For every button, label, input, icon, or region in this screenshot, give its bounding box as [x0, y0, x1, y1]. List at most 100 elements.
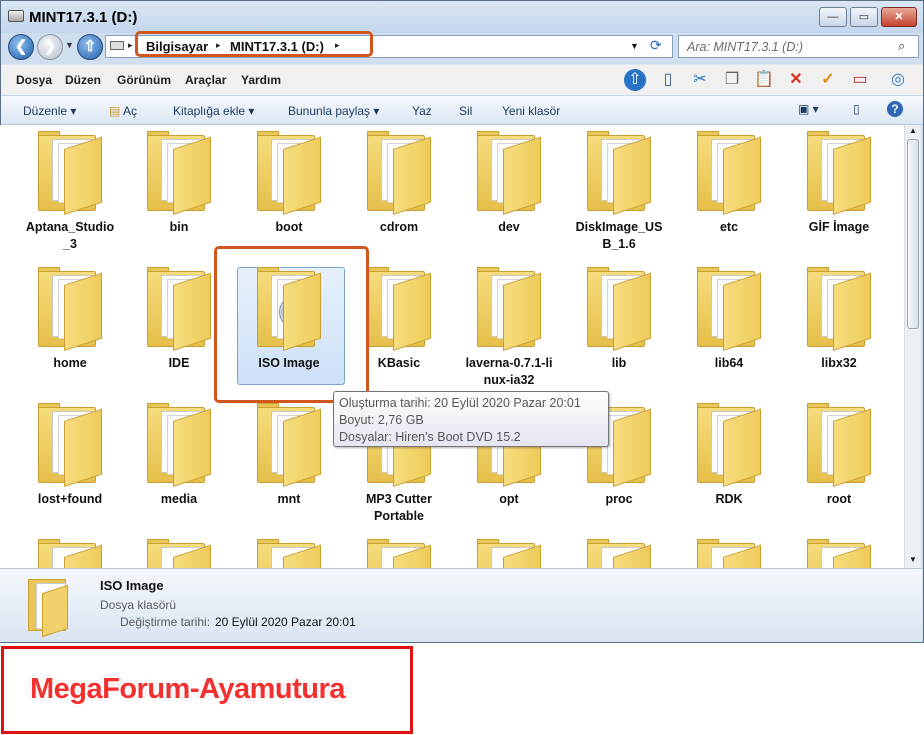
history-dropdown-icon[interactable]: ▼ — [65, 40, 74, 50]
burn-button[interactable]: Yaz — [412, 104, 432, 118]
back-button[interactable]: ❮ — [8, 34, 34, 60]
menu-tools[interactable]: Araçlar — [185, 73, 226, 87]
folder-icon — [693, 129, 765, 217]
folder-item[interactable]: lib64 — [679, 265, 779, 372]
folder-item[interactable]: RDK — [679, 401, 779, 508]
folder-item[interactable] — [239, 537, 339, 568]
address-highlight-annotation — [135, 31, 373, 57]
scroll-down-icon[interactable]: ▼ — [909, 555, 917, 564]
folder-icon — [583, 537, 655, 568]
tooltip-files: Dosyalar: Hiren's Boot DVD 15.2 — [339, 430, 521, 444]
details-type: Dosya klasörü — [100, 598, 177, 612]
details-modified-label: Değiştirme tarihi: — [120, 615, 211, 629]
view-icon[interactable]: ▣ ▾ — [798, 102, 819, 116]
folder-item[interactable]: boot — [239, 129, 339, 236]
delete-icon[interactable]: ✕ — [785, 69, 807, 91]
search-icon[interactable]: ⌕ — [898, 38, 905, 54]
folder-label: bin — [169, 220, 189, 234]
folder-label: opt — [499, 492, 519, 506]
new-folder-button[interactable]: Yeni klasör — [502, 104, 560, 118]
details-modified: 20 Eylül 2020 Pazar 20:01 — [215, 615, 356, 629]
folder-icon — [143, 265, 215, 353]
folder-label: root — [826, 492, 852, 506]
properties-icon[interactable]: ▭ — [849, 69, 871, 91]
folder-item[interactable] — [129, 537, 229, 568]
folder-item[interactable]: dev — [459, 129, 559, 236]
folder-item[interactable]: GİF İmage — [789, 129, 889, 236]
folder-icon — [803, 129, 875, 217]
folder-item[interactable]: bin — [129, 129, 229, 236]
folder-label: MP3 Cutter — [366, 492, 432, 506]
crumb-separator-icon[interactable]: ▸ — [128, 40, 133, 51]
address-dropdown-icon[interactable]: ▼ — [630, 41, 639, 51]
folder-icon — [143, 129, 215, 217]
folder-icon — [473, 129, 545, 217]
folder-label: cdrom — [379, 220, 419, 234]
folder-item[interactable]: lost+found — [20, 401, 120, 508]
folder-label: proc — [605, 492, 633, 506]
folder-item[interactable] — [459, 537, 559, 568]
folder-icon — [34, 129, 106, 217]
menu-edit[interactable]: Düzen — [65, 73, 101, 87]
search-input[interactable]: Ara: MINT17.3.1 (D:) — [678, 35, 919, 58]
folder-item[interactable] — [679, 537, 779, 568]
minimize-button[interactable]: — — [819, 7, 847, 27]
open-button[interactable]: ▤ Aç — [109, 104, 137, 118]
folder-item[interactable]: lib — [569, 265, 669, 372]
folder-item[interactable]: cdrom — [349, 129, 449, 236]
title-bar[interactable]: MINT17.3.1 (D:) — ▭ ✕ — [1, 1, 923, 33]
cut-icon[interactable]: ✂ — [689, 69, 711, 91]
folder-item[interactable] — [789, 537, 889, 568]
vertical-scrollbar[interactable]: ▲ ▼ — [904, 125, 921, 568]
folder-item[interactable]: home — [20, 265, 120, 372]
folder-item[interactable]: Aptana_Studio _3 — [20, 129, 120, 253]
add-to-library-button[interactable]: Kitaplığa ekle ▾ — [173, 104, 254, 118]
folder-item[interactable]: laverna-0.7.1-li nux-ia32 — [459, 265, 559, 389]
folder-icon — [34, 265, 106, 353]
menu-file[interactable]: Dosya — [16, 73, 52, 87]
folder-label: media — [160, 492, 198, 506]
folder-item[interactable]: etc — [679, 129, 779, 236]
folders-pane-icon[interactable]: ▯ — [657, 69, 679, 91]
menu-help[interactable]: Yardım — [241, 73, 281, 87]
folder-item[interactable]: libx32 — [789, 265, 889, 372]
folder-tooltip: Oluşturma tarihi: 20 Eylül 2020 Pazar 20… — [333, 391, 609, 447]
help-icon[interactable]: ? — [887, 101, 903, 117]
shell-icon[interactable]: ◎ — [887, 69, 909, 91]
scrollbar-thumb[interactable] — [907, 139, 919, 329]
delete-button[interactable]: Sil — [459, 104, 472, 118]
folder-label: lib64 — [714, 356, 744, 370]
up-folder-icon[interactable]: ⇧ — [624, 69, 646, 91]
maximize-button[interactable]: ▭ — [850, 7, 878, 27]
folder-item[interactable]: DiskImage_US B_1.6 — [569, 129, 669, 253]
tooltip-created: Oluşturma tarihi: 20 Eylül 2020 Pazar 20… — [339, 396, 581, 410]
organize-button[interactable]: Düzenle ▾ — [23, 104, 76, 118]
folder-item[interactable] — [569, 537, 669, 568]
folder-item[interactable] — [349, 537, 449, 568]
scroll-up-icon[interactable]: ▲ — [909, 126, 917, 135]
menu-view[interactable]: Görünüm — [117, 73, 171, 87]
up-button[interactable]: ⇧ — [77, 34, 103, 60]
share-button[interactable]: Bununla paylaş ▾ — [288, 104, 379, 118]
folder-item[interactable] — [20, 537, 120, 568]
folder-item[interactable]: media — [129, 401, 229, 508]
copy-icon[interactable]: ❐ — [721, 69, 743, 91]
folder-item[interactable]: root — [789, 401, 889, 508]
refresh-icon[interactable]: ⟳ — [650, 37, 662, 54]
details-name: ISO Image — [100, 578, 164, 593]
check-icon[interactable]: ✓ — [817, 69, 839, 91]
folder-icon — [363, 537, 435, 568]
folder-icon — [583, 129, 655, 217]
folder-label: etc — [719, 220, 739, 234]
close-button[interactable]: ✕ — [881, 7, 917, 27]
preview-pane-icon[interactable]: ▯ — [853, 102, 860, 116]
folder-icon — [34, 401, 106, 489]
folder-item[interactable]: mnt — [239, 401, 339, 508]
paste-icon[interactable]: 📋 — [753, 69, 775, 91]
forward-button[interactable]: ❯ — [37, 34, 63, 60]
tooltip-size: Boyut: 2,76 GB — [339, 413, 424, 427]
folder-label-line2: Portable — [373, 509, 424, 523]
folder-icon — [473, 265, 545, 353]
folder-icon — [253, 401, 325, 489]
folder-icon — [583, 265, 655, 353]
